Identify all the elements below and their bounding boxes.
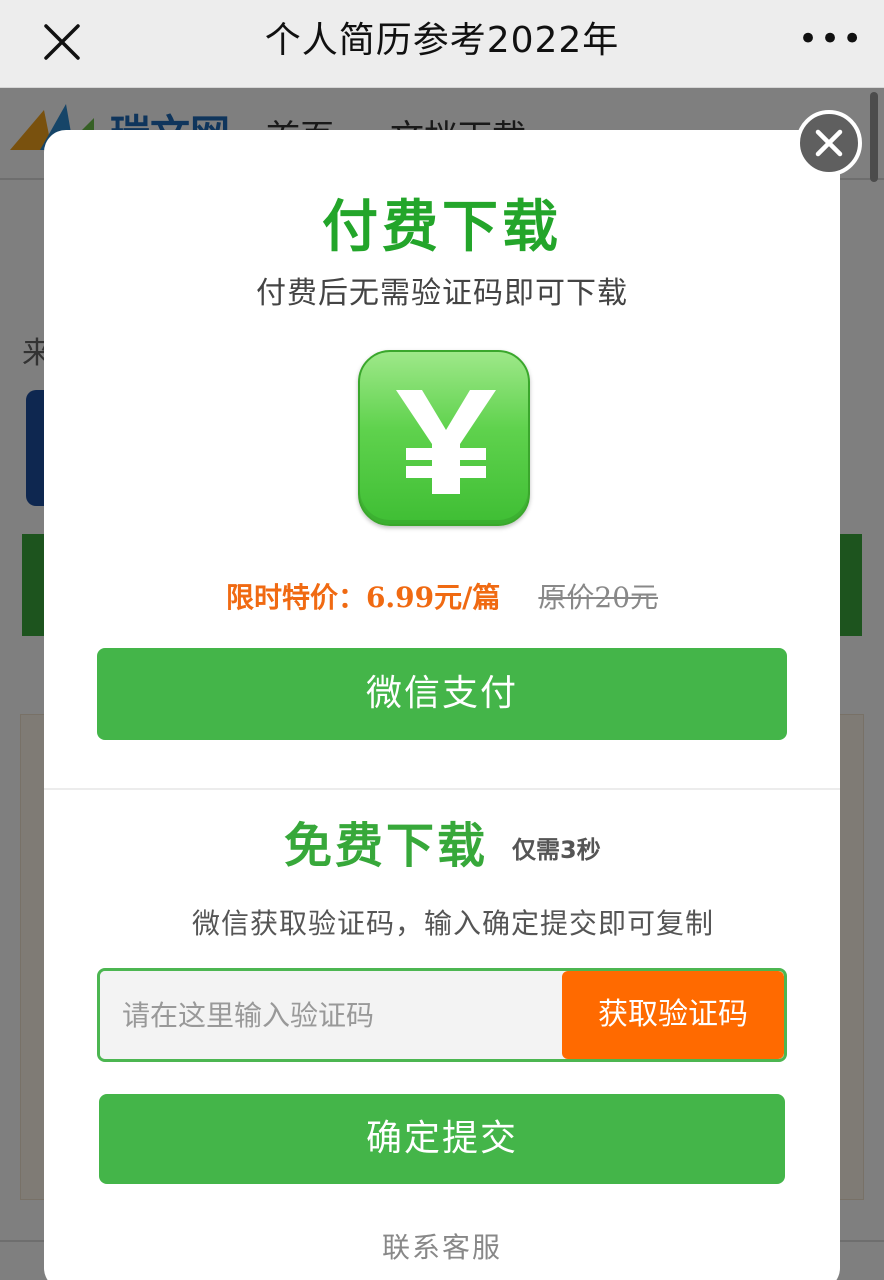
title-bar: 个人简历参考2022年 ••• bbox=[0, 0, 884, 88]
free-download-tag: 仅需3秒 bbox=[512, 836, 601, 864]
paid-download-title: 付费下载 bbox=[322, 195, 562, 260]
close-icon bbox=[815, 129, 843, 157]
paid-download-subtitle: 付费后无需验证码即可下载 bbox=[256, 276, 628, 311]
page-title: 个人简历参考2022年 bbox=[264, 20, 620, 61]
submit-button[interactable]: 确定提交 bbox=[99, 1094, 785, 1184]
more-options-icon[interactable]: ••• bbox=[798, 22, 862, 60]
modal-close-button[interactable] bbox=[796, 110, 862, 176]
verification-code-row: 获取验证码 bbox=[97, 968, 787, 1062]
free-download-title: 免费下载 bbox=[284, 818, 489, 874]
price-row: 限时特价：6.99元/篇 原价20元 bbox=[44, 576, 840, 616]
contact-service-link[interactable]: 联系客服 bbox=[44, 1226, 840, 1266]
wechat-pay-button[interactable]: 微信支付 bbox=[97, 648, 787, 740]
sale-price: 限时特价：6.99元/篇 bbox=[225, 581, 501, 614]
original-price: 原价20元 bbox=[538, 581, 659, 614]
free-download-subtitle: 微信获取验证码，输入确定提交即可复制 bbox=[191, 907, 714, 940]
yen-icon bbox=[358, 350, 530, 526]
close-icon[interactable] bbox=[40, 20, 84, 64]
get-code-button[interactable]: 获取验证码 bbox=[562, 971, 784, 1059]
download-modal: 付费下载 付费后无需验证码即可下载 限时特价：6.99元/篇 原价20元 微信支付… bbox=[44, 130, 840, 1280]
section-divider bbox=[44, 788, 840, 790]
verification-code-input[interactable] bbox=[100, 971, 564, 1059]
